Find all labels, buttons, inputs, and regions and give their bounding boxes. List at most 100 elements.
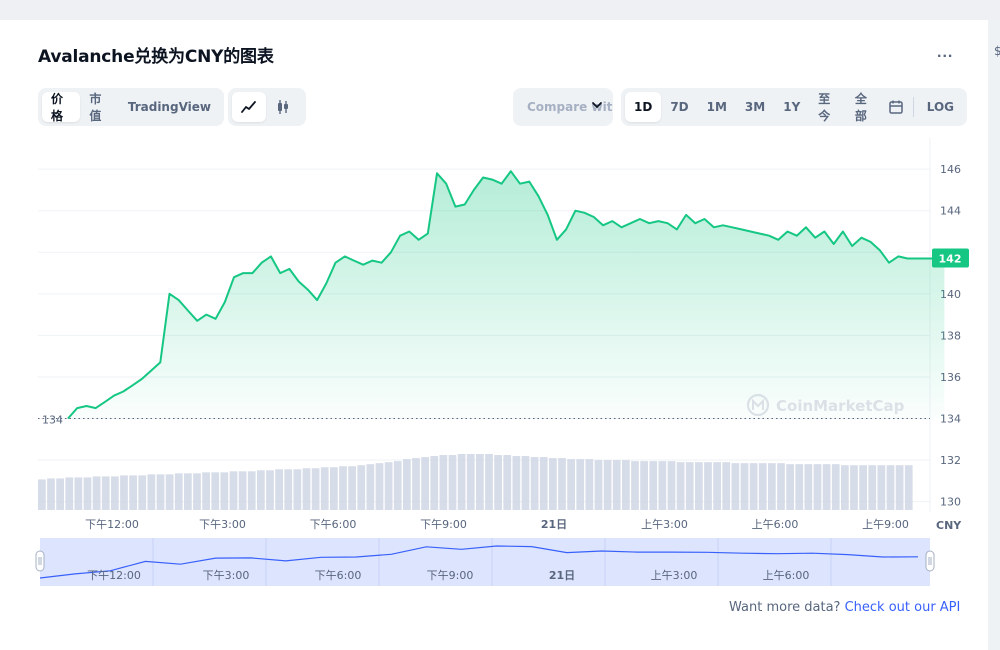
volume-bar: [320, 467, 329, 510]
volume-bar: [567, 459, 575, 510]
volume-bar: [65, 477, 74, 510]
volume-bar: [375, 463, 384, 510]
volume-bar: [822, 464, 831, 510]
volume-bar: [193, 473, 201, 510]
volume-bar: [366, 464, 375, 510]
volume-bar: [339, 466, 347, 510]
volume-bar: [211, 472, 220, 510]
x-tick-label: 上午9:00: [862, 518, 909, 531]
navigator-tick-label: 下午9:00: [427, 569, 474, 582]
volume-bar: [749, 463, 758, 510]
volume-bar: [841, 465, 849, 510]
volume-bar: [202, 472, 210, 510]
volume-bar: [731, 463, 740, 510]
volume-bar: [412, 458, 420, 510]
volume-bar: [622, 460, 630, 510]
volume-bar: [47, 478, 55, 510]
volume-bar: [831, 464, 840, 510]
volume-bar: [722, 462, 731, 510]
volume-bar: [174, 473, 183, 510]
volume-bar: [330, 467, 338, 510]
handle-grip: [35, 550, 45, 572]
navigator-tick-label: 下午6:00: [315, 569, 362, 582]
open-price-label: 134: [42, 414, 63, 427]
volume-bar: [138, 475, 147, 510]
volume-bar: [631, 461, 639, 510]
volume-bar: [539, 457, 548, 510]
volume-bar: [393, 461, 402, 510]
volume-bar: [56, 478, 64, 510]
volume-bar: [257, 470, 265, 510]
api-link[interactable]: Check out our API: [845, 600, 961, 615]
volume-bar: [503, 455, 512, 510]
api-promo-text: Want more data?: [729, 600, 845, 615]
volume-bar: [521, 456, 530, 510]
volume-bar: [713, 462, 721, 510]
volume-bar: [877, 465, 886, 510]
volume-bar: [220, 472, 229, 510]
volume-bar: [667, 461, 676, 510]
volume-bar: [247, 471, 256, 510]
volume-bar: [777, 463, 785, 510]
volume-bar: [120, 475, 128, 510]
volume-bar: [439, 455, 448, 510]
volume-bar: [421, 457, 429, 510]
price-area: [68, 171, 945, 419]
volume-bar: [640, 461, 648, 510]
volume-bar: [275, 469, 283, 510]
x-tick-label: 21日: [541, 518, 567, 531]
navigator-handle-right[interactable]: [925, 550, 935, 572]
volume-bar: [92, 476, 101, 510]
navigator-tick-label: 下午12:00: [87, 569, 141, 582]
volume-bar: [38, 479, 46, 510]
x-tick-label: 下午6:00: [310, 518, 357, 531]
volume-bar: [494, 455, 502, 510]
navigator-tick-label: 下午3:00: [203, 569, 250, 582]
handle-grip: [925, 550, 935, 572]
y-tick-label: 146: [940, 163, 961, 176]
volume-bar: [430, 456, 439, 510]
volume-bar: [83, 477, 92, 510]
volume-bar: [786, 464, 794, 510]
volume-bar: [695, 462, 703, 510]
volume-bar: [147, 474, 156, 510]
x-tick-label: 下午12:00: [85, 518, 139, 531]
volume-bar: [740, 463, 749, 510]
volume-bar: [758, 463, 767, 510]
volume-bar: [813, 464, 822, 510]
volume-bar: [403, 459, 411, 510]
volume-bar: [612, 460, 621, 510]
volume-bar: [165, 474, 174, 510]
volume-bar: [676, 462, 685, 510]
volume-bar: [156, 474, 165, 510]
volume-bar: [476, 454, 484, 510]
currency-label: CNY: [936, 519, 962, 532]
volume-bar: [311, 468, 320, 510]
y-tick-label: 144: [940, 205, 961, 218]
volume-bar: [904, 465, 913, 510]
navigator-tick-label: 上午6:00: [763, 569, 810, 582]
volume-bar: [850, 465, 858, 510]
x-tick-label: 下午9:00: [420, 518, 467, 531]
volume-bar: [284, 469, 293, 510]
last-price-label: 142: [939, 253, 962, 266]
volume-bar: [859, 465, 867, 510]
y-tick-label: 130: [940, 496, 961, 509]
volume-bar: [594, 460, 603, 510]
volume-bar: [129, 475, 137, 510]
navigator-tick-label: 21日: [549, 569, 575, 582]
volume-bar: [795, 464, 804, 510]
volume-bar: [658, 461, 667, 510]
volume-bar: [576, 459, 585, 510]
volume-bar: [895, 465, 904, 510]
price-chart: 130132134136138140142144146134CoinMarket…: [35, 138, 969, 586]
volume-bar: [101, 476, 110, 510]
navigator-handle-left[interactable]: [35, 550, 45, 572]
volume-bar: [530, 457, 539, 510]
volume-bar: [384, 462, 393, 510]
volume-bar: [549, 458, 557, 510]
volume-bar: [357, 465, 366, 510]
volume-bar: [457, 454, 466, 510]
volume-bar: [704, 462, 712, 510]
navigator-tick-label: 上午3:00: [651, 569, 698, 582]
